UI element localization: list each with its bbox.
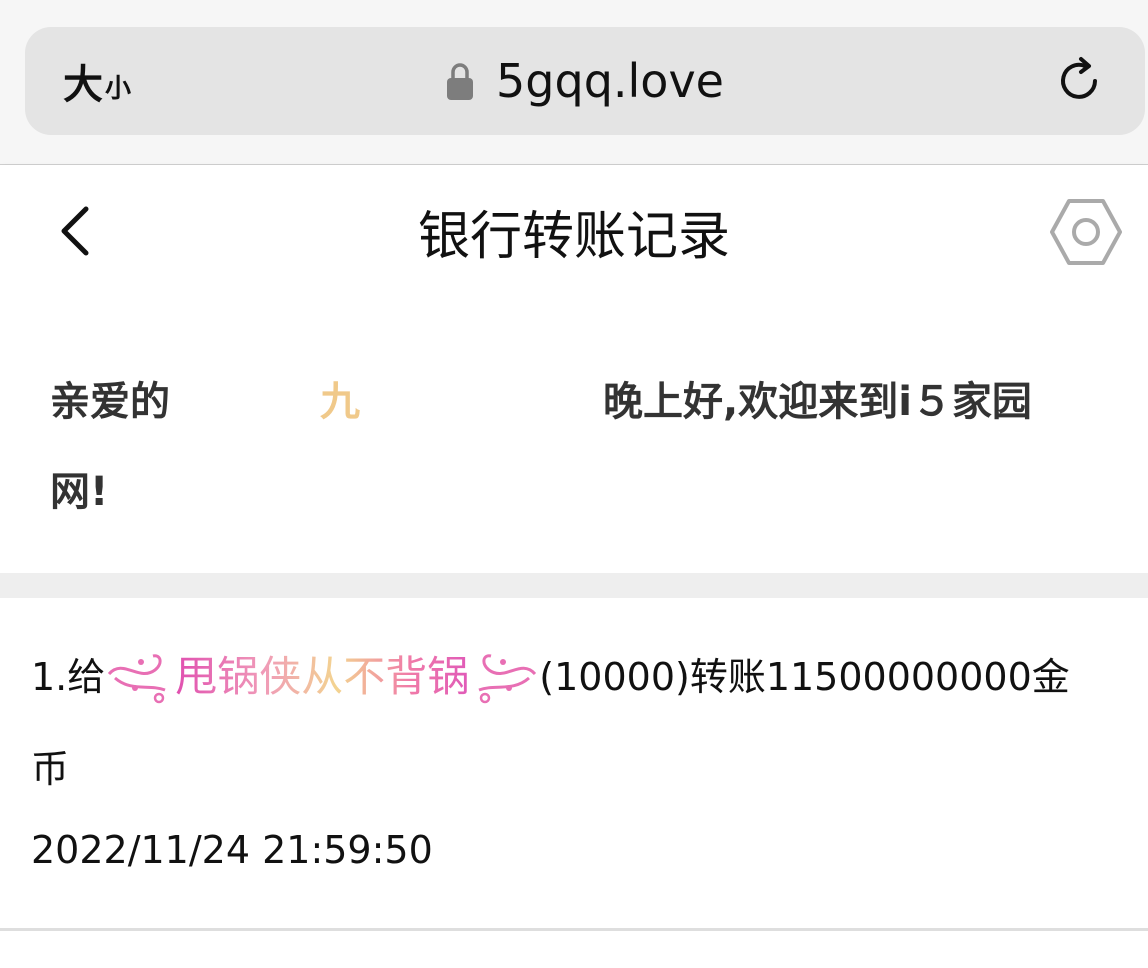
record-index: 1.给 [31, 655, 106, 699]
greeting-panel: 亲爱的 九 晚上好,欢迎来到i５家园 网! [0, 297, 1148, 573]
record-detail: (10000)转账11500000000金 [539, 655, 1070, 699]
address-bar[interactable]: 大 小 5gqq.love [25, 27, 1145, 135]
recipient-name[interactable]: 甩锅侠从不背锅 [175, 643, 469, 704]
greeting-prefix: 亲爱的 [50, 379, 170, 425]
url-text: 5gqq.love [496, 54, 724, 108]
user-name: 九 [320, 379, 360, 425]
list-item: 1.给 甩锅侠从不背锅 (10000)转账11500000000金 币 2022… [0, 598, 1148, 928]
app-header: 银行转账记录 [0, 165, 1148, 297]
record-line: 1.给 甩锅侠从不背锅 (10000)转账11500000000金 [31, 643, 1070, 704]
browser-toolbar: 大 小 5gqq.love [0, 0, 1148, 165]
lock-icon [447, 63, 474, 100]
record-detail-continued: 币 [31, 747, 70, 791]
bottom-divider [0, 928, 1148, 931]
reload-icon[interactable] [1053, 55, 1105, 107]
record-timestamp: 2022/11/24 21:59:50 [31, 828, 433, 872]
settings-hexagon-icon[interactable] [1050, 197, 1122, 267]
page-title: 银行转账记录 [417, 206, 730, 267]
greeting-line2: 网! [50, 469, 109, 515]
greeting-suffix: 晚上好,欢迎来到i５家园 [603, 379, 1032, 425]
right-flourish-icon [478, 653, 537, 703]
section-divider [0, 573, 1148, 598]
url-display[interactable]: 5gqq.love [25, 27, 1145, 135]
left-flourish-icon [108, 653, 166, 703]
